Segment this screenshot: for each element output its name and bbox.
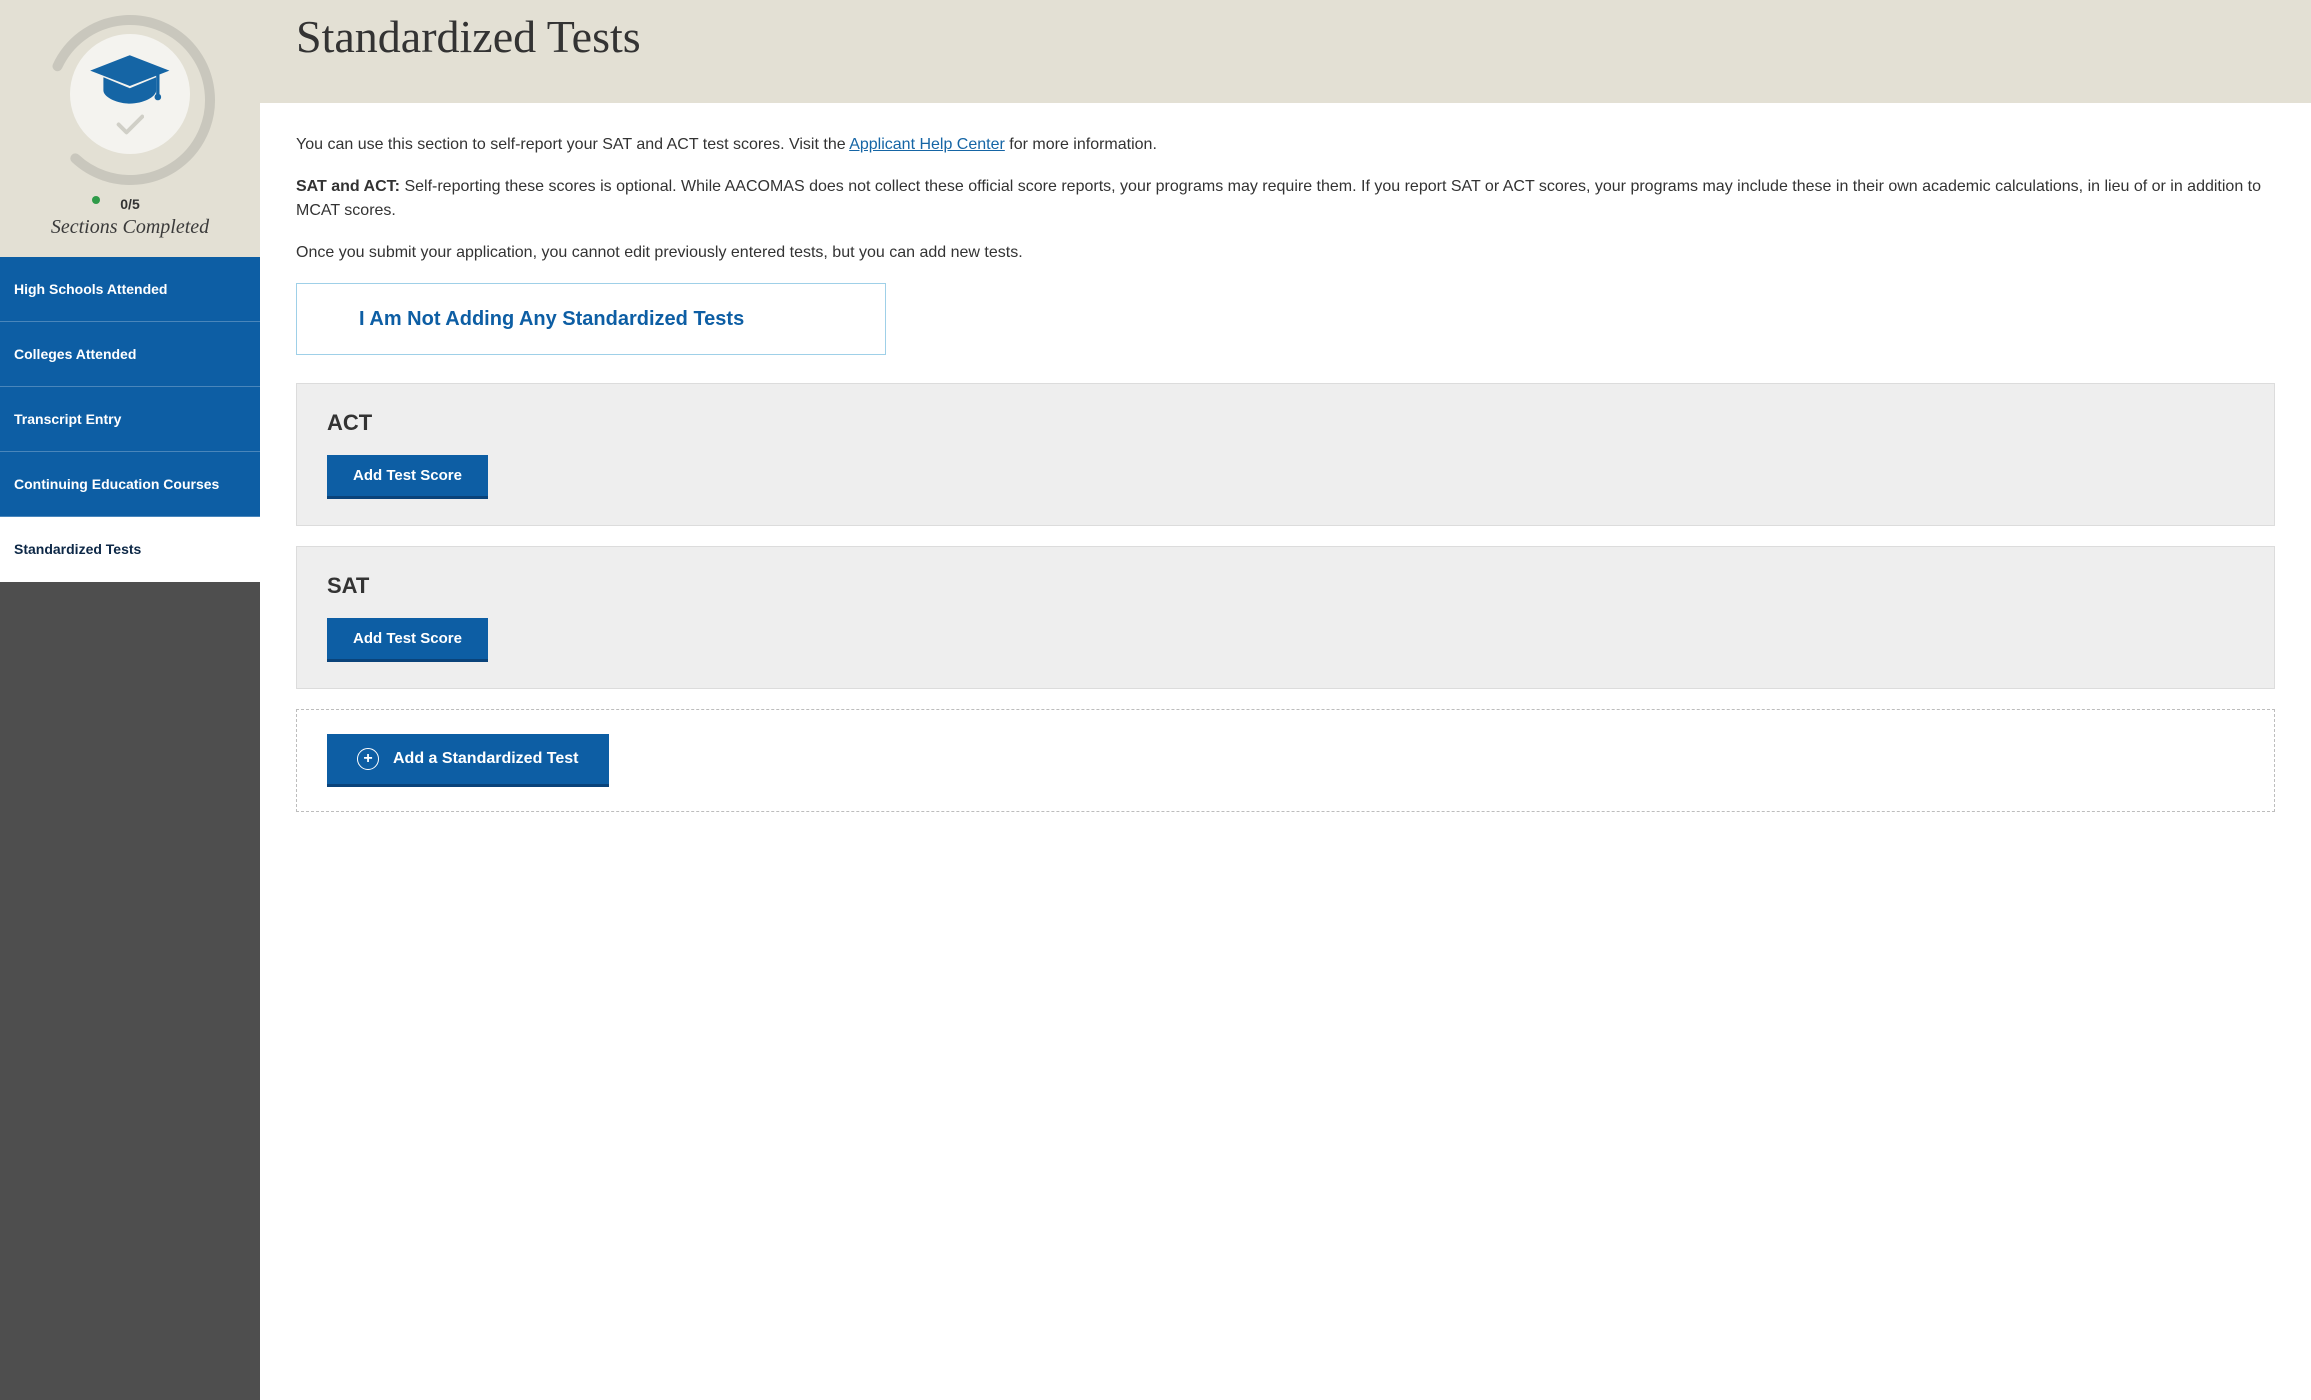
nav-colleges-attended[interactable]: Colleges Attended <box>0 322 260 387</box>
add-standardized-test-label: Add a Standardized Test <box>393 750 579 768</box>
intro-p1-pre: You can use this section to self-report … <box>296 136 849 153</box>
progress-count: 0/5 <box>10 196 250 212</box>
main: Standardized Tests You can use this sect… <box>260 0 2311 1400</box>
nav-continuing-education-courses[interactable]: Continuing Education Courses <box>0 452 260 517</box>
intro-paragraph-1: You can use this section to self-report … <box>296 133 2275 157</box>
nav-standardized-tests[interactable]: Standardized Tests <box>0 517 260 582</box>
test-title-sat: SAT <box>327 569 2244 602</box>
opt-out-label: I Am Not Adding Any Standardized Tests <box>359 308 744 330</box>
page-title: Standardized Tests <box>296 10 2275 63</box>
progress-label: Sections Completed <box>10 216 250 239</box>
add-test-score-act-button[interactable]: Add Test Score <box>327 455 488 499</box>
graduation-cap-icon <box>88 53 172 108</box>
test-title-act: ACT <box>327 406 2244 439</box>
progress-widget: 0/5 Sections Completed <box>0 0 260 257</box>
progress-inner-circle <box>70 34 190 154</box>
nav-high-schools-attended[interactable]: High Schools Attended <box>0 257 260 322</box>
page: 0/5 Sections Completed High Schools Atte… <box>0 0 2311 1400</box>
add-test-score-sat-button[interactable]: Add Test Score <box>327 618 488 662</box>
progress-marker-dot <box>92 196 100 204</box>
help-center-link[interactable]: Applicant Help Center <box>849 136 1005 153</box>
add-standardized-test-wrap: + Add a Standardized Test <box>296 709 2275 812</box>
intro-paragraph-3: Once you submit your application, you ca… <box>296 241 2275 265</box>
sat-act-label: SAT and ACT: <box>296 178 400 195</box>
intro-p1-post: for more information. <box>1005 136 1157 153</box>
intro-paragraph-2: SAT and ACT: Self-reporting these scores… <box>296 175 2275 223</box>
test-section-sat: SAT Add Test Score <box>296 546 2275 689</box>
sidebar-nav: High Schools Attended Colleges Attended … <box>0 257 260 1400</box>
check-icon <box>116 114 145 135</box>
page-header: Standardized Tests <box>260 0 2311 103</box>
nav-transcript-entry[interactable]: Transcript Entry <box>0 387 260 452</box>
test-section-act: ACT Add Test Score <box>296 383 2275 526</box>
content: You can use this section to self-report … <box>260 103 2311 1400</box>
sidebar: 0/5 Sections Completed High Schools Atte… <box>0 0 260 1400</box>
add-standardized-test-button[interactable]: + Add a Standardized Test <box>327 734 609 787</box>
sat-act-body: Self-reporting these scores is optional.… <box>296 178 2261 219</box>
sidebar-filler <box>0 582 260 1400</box>
plus-icon: + <box>357 748 379 770</box>
opt-out-box[interactable]: I Am Not Adding Any Standardized Tests <box>296 283 886 355</box>
progress-ring <box>40 10 220 190</box>
